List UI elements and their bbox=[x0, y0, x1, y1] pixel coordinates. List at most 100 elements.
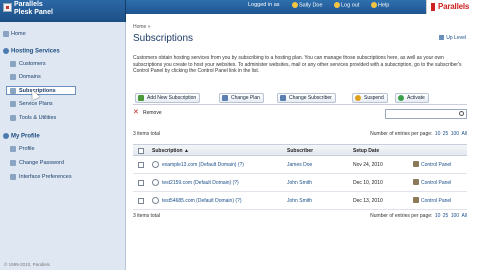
sidebar-item-change-password[interactable]: Change Password bbox=[0, 159, 126, 168]
column-subscriber[interactable]: Subscriber bbox=[287, 148, 313, 154]
key-icon bbox=[10, 160, 16, 166]
change-subscriber-button[interactable]: Change Subscriber bbox=[277, 93, 336, 103]
change-plan-button[interactable]: Change Plan bbox=[219, 93, 264, 103]
help-link[interactable]: Help bbox=[371, 2, 389, 8]
subscriber-link[interactable]: James Doe bbox=[287, 162, 312, 168]
globe-icon bbox=[3, 48, 9, 54]
home-icon bbox=[3, 31, 9, 37]
subscriber-link[interactable]: John Smith bbox=[287, 180, 312, 186]
sidebar-item-label: Change Password bbox=[19, 160, 64, 166]
select-all-checkbox[interactable] bbox=[138, 148, 144, 154]
preferences-icon bbox=[10, 174, 16, 180]
up-level-icon bbox=[439, 35, 445, 41]
sidebar: Home Hosting Services Customers Domains … bbox=[0, 22, 126, 270]
activate-icon bbox=[398, 95, 404, 101]
row-checkbox[interactable] bbox=[138, 162, 144, 168]
per-page-selector: Number of entries per page: 10 25 100 Al… bbox=[370, 131, 467, 137]
per-page-100[interactable]: 100 bbox=[451, 131, 459, 137]
page-description: Customers obtain hosting services from y… bbox=[133, 55, 462, 75]
sidebar-item-customers[interactable]: Customers bbox=[0, 60, 126, 69]
per-page-selector-bottom: Number of entries per page: 10 25 100 Al… bbox=[370, 213, 467, 219]
sidebar-item-profile[interactable]: Profile bbox=[0, 145, 126, 154]
logo-line1: Parallels bbox=[14, 1, 43, 8]
suspend-button[interactable]: Suspend bbox=[352, 93, 388, 103]
logo[interactable]: Parallels Plesk Panel bbox=[0, 0, 126, 22]
subscription-link[interactable]: example13.com (Default Domain) (?) bbox=[162, 162, 244, 168]
logged-in-label: Logged in as bbox=[248, 2, 280, 8]
add-subscription-button[interactable]: Add New Subscription bbox=[135, 93, 201, 103]
up-level-link[interactable]: Up Level bbox=[439, 35, 466, 41]
per-page-100[interactable]: 100 bbox=[451, 213, 459, 219]
page-title: Subscriptions bbox=[133, 33, 194, 44]
items-total-bottom: 3 items total bbox=[133, 213, 160, 219]
control-panel-icon bbox=[413, 197, 419, 203]
section-hosting-services[interactable]: Hosting Services bbox=[3, 48, 60, 55]
per-page-25[interactable]: 25 bbox=[443, 213, 449, 219]
row-checkbox[interactable] bbox=[138, 180, 144, 186]
activate-button[interactable]: Activate bbox=[395, 93, 429, 103]
sidebar-item-subscriptions[interactable]: Subscriptions bbox=[6, 86, 76, 95]
parallels-logo-icon bbox=[431, 3, 435, 11]
user-icon bbox=[292, 2, 298, 8]
plesk-logo-icon bbox=[3, 3, 12, 12]
sidebar-item-label: Interface Preferences bbox=[19, 174, 72, 180]
column-subscription[interactable]: Subscription ▲ bbox=[152, 148, 189, 154]
copyright-footer: © 1999-2010, Parallels bbox=[4, 262, 50, 267]
logout-link[interactable]: Log out bbox=[334, 2, 359, 8]
sidebar-item-label: Home bbox=[11, 31, 26, 37]
search-input[interactable] bbox=[385, 109, 467, 119]
sidebar-item-tools[interactable]: Tools & Utilities bbox=[0, 114, 126, 123]
sidebar-item-domains[interactable]: Domains bbox=[0, 73, 126, 82]
setup-date: Dec 10, 2010 bbox=[353, 180, 383, 186]
parallels-brand: Parallels bbox=[426, 0, 480, 14]
section-my-profile[interactable]: My Profile bbox=[3, 133, 40, 140]
toolbar: Add New Subscription Change Plan Change … bbox=[133, 92, 467, 105]
sidebar-item-label: Domains bbox=[19, 74, 41, 80]
sidebar-item-label: Profile bbox=[19, 146, 35, 152]
table-row: test54685.com (Default Domain) (?) John … bbox=[133, 192, 467, 210]
table-header: Subscription ▲ Subscriber Setup Date bbox=[133, 144, 467, 156]
sidebar-item-service-plans[interactable]: Service Plans bbox=[0, 100, 126, 109]
per-page-10[interactable]: 10 bbox=[435, 213, 441, 219]
row-checkbox[interactable] bbox=[138, 198, 144, 204]
per-page-10[interactable]: 10 bbox=[435, 131, 441, 137]
column-setup-date[interactable]: Setup Date bbox=[353, 148, 379, 154]
change-plan-icon bbox=[222, 95, 228, 101]
subscriptions-icon bbox=[10, 88, 16, 94]
search-icon bbox=[459, 111, 464, 116]
subscription-link[interactable]: test2159.com (Default Domain) (?) bbox=[162, 180, 239, 186]
subscriber-link[interactable]: John Smith bbox=[287, 198, 312, 204]
table-row: example13.com (Default Domain) (?) James… bbox=[133, 156, 467, 174]
setup-date: Dec 13, 2010 bbox=[353, 198, 383, 204]
per-page-all[interactable]: All bbox=[461, 131, 467, 137]
user-link[interactable]: Sally Doe bbox=[292, 2, 323, 8]
customers-icon bbox=[10, 61, 16, 67]
logo-line2: Plesk Panel bbox=[14, 9, 53, 16]
suspend-icon bbox=[355, 95, 361, 101]
per-page-all[interactable]: All bbox=[461, 213, 467, 219]
sidebar-item-label: Tools & Utilities bbox=[19, 115, 57, 121]
status-icon bbox=[152, 179, 159, 186]
control-panel-link[interactable]: Control Panel bbox=[413, 179, 451, 186]
control-panel-link[interactable]: Control Panel bbox=[413, 197, 451, 204]
remove-button[interactable]: ✕ Remove bbox=[133, 109, 162, 116]
breadcrumb[interactable]: Home » bbox=[133, 24, 151, 30]
items-total: 3 items total bbox=[133, 131, 160, 137]
sidebar-item-label: Service Plans bbox=[19, 101, 53, 107]
sidebar-item-home[interactable]: Home bbox=[0, 30, 126, 39]
control-panel-link[interactable]: Control Panel bbox=[413, 161, 451, 168]
remove-icon: ✕ bbox=[133, 109, 139, 116]
domains-icon bbox=[10, 74, 16, 80]
setup-date: Nov 24, 2010 bbox=[353, 162, 383, 168]
sidebar-item-interface-preferences[interactable]: Interface Preferences bbox=[0, 173, 126, 182]
tools-icon bbox=[10, 115, 16, 121]
status-icon bbox=[152, 161, 159, 168]
status-icon bbox=[152, 197, 159, 204]
per-page-25[interactable]: 25 bbox=[443, 131, 449, 137]
subscription-link[interactable]: test54685.com (Default Domain) (?) bbox=[162, 198, 241, 204]
control-panel-icon bbox=[413, 179, 419, 185]
control-panel-icon bbox=[413, 161, 419, 167]
help-icon bbox=[371, 2, 377, 8]
profile-icon bbox=[10, 146, 16, 152]
sidebar-item-label: Customers bbox=[19, 61, 46, 67]
